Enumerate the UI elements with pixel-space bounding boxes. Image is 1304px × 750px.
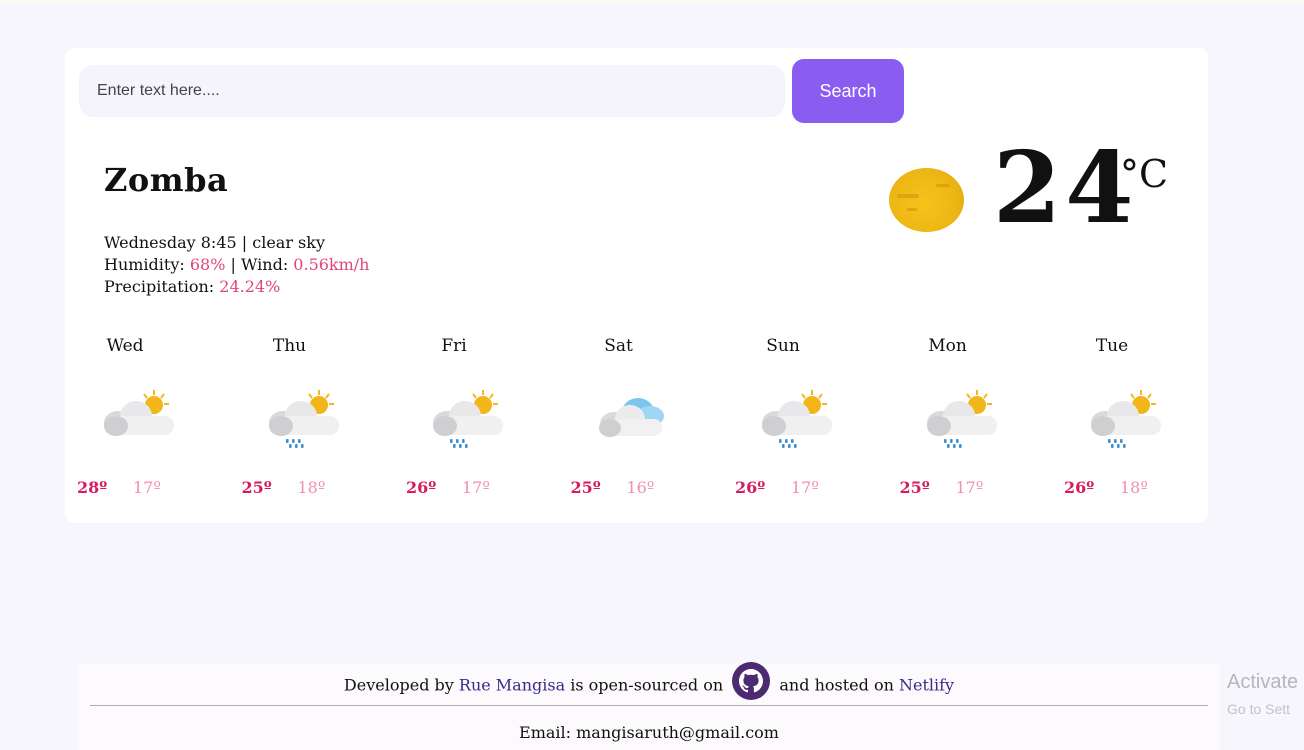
- author-link[interactable]: Rue Mangisa: [459, 676, 565, 695]
- forecast-high: 25º: [899, 478, 930, 497]
- cloud-icon: [598, 398, 664, 437]
- activate-watermark-title: Activate: [1227, 671, 1299, 693]
- forecast-high: 25º: [570, 478, 601, 497]
- forecast-low: 18º: [297, 478, 326, 497]
- search-input[interactable]: [79, 65, 785, 117]
- footer-divider: [90, 705, 1208, 706]
- footer-email: Email: mangisaruth@gmail.com: [519, 723, 779, 742]
- forecast-day-name: Mon: [928, 336, 967, 356]
- humidity-wind: Humidity: 68% | Wind: 0.56km/h: [104, 255, 370, 274]
- forecast-day: Sat 25º 16º: [559, 336, 679, 506]
- top-strip: [0, 0, 1304, 3]
- rain-sun-icon: [268, 390, 339, 448]
- forecast-high: 26º: [735, 478, 766, 497]
- day-time-condition: Wednesday 8:45 | clear sky: [104, 233, 325, 252]
- forecast-high: 26º: [406, 478, 437, 497]
- forecast-day: Mon 25º 17º: [888, 336, 1008, 506]
- forecast-day: Sun 26º 17º: [723, 336, 843, 506]
- forecast-low: 17º: [462, 478, 490, 497]
- github-icon[interactable]: [732, 662, 771, 700]
- search-button[interactable]: Search: [792, 59, 904, 123]
- weather-card: Search Zomba Wednesday 8:45 | clear sky …: [65, 48, 1208, 523]
- forecast-low: 17º: [133, 478, 161, 497]
- forecast-day-name: Wed: [106, 336, 144, 356]
- wind-value: 0.56km/h: [293, 255, 370, 274]
- forecast-low: 17º: [791, 478, 819, 497]
- rain-sun-icon: [433, 390, 503, 448]
- forecast-low: 16º: [626, 478, 655, 497]
- activate-watermark-subtitle: Go to Sett: [1227, 701, 1291, 717]
- rain-sun-icon: [926, 390, 997, 448]
- forecast-day: Tue 26º 18º: [1052, 336, 1172, 506]
- forecast-day: Fri 26º 17º: [394, 336, 514, 506]
- forecast-low: 18º: [1120, 478, 1148, 497]
- temperature-unit: °C: [1120, 152, 1169, 196]
- sun-icon: [889, 168, 964, 232]
- cloud-sun-icon: [104, 390, 174, 436]
- netlify-link[interactable]: Netlify: [899, 676, 954, 695]
- forecast-row: Wed 28º 17º Thu 25º 18º Fri 26º 17º Sat 25º 16º Sun 2…: [65, 336, 1208, 506]
- forecast-day-name: Tue: [1095, 336, 1129, 356]
- humidity-value: 68%: [189, 255, 226, 274]
- footer: Developed by Rue Mangisa is open-sourced…: [78, 662, 1220, 750]
- forecast-low: 17º: [955, 478, 984, 497]
- current-temperature: 24: [993, 131, 1138, 246]
- forecast-day-name: Sat: [604, 336, 633, 356]
- forecast-day-name: Fri: [441, 336, 467, 356]
- forecast-day-name: Thu: [272, 336, 307, 356]
- current-details: Wednesday 8:45 | clear sky Humidity: 68%…: [104, 232, 369, 298]
- forecast-day: Wed 28º 17º: [65, 336, 185, 506]
- rain-sun-icon: [762, 390, 832, 448]
- precipitation-value: 24.24%: [219, 277, 281, 296]
- forecast-high: 25º: [241, 478, 272, 497]
- city-name: Zomba: [104, 161, 229, 199]
- forecast-day: Thu 25º 18º: [230, 336, 350, 506]
- rain-sun-icon: [1091, 390, 1161, 448]
- footer-credits: Developed by Rue Mangisa is open-sourced…: [78, 662, 1220, 700]
- forecast-high: 28º: [77, 478, 108, 497]
- forecast-day-name: Sun: [766, 336, 800, 356]
- precipitation: Precipitation: 24.24%: [104, 277, 281, 296]
- forecast-high: 26º: [1064, 478, 1095, 497]
